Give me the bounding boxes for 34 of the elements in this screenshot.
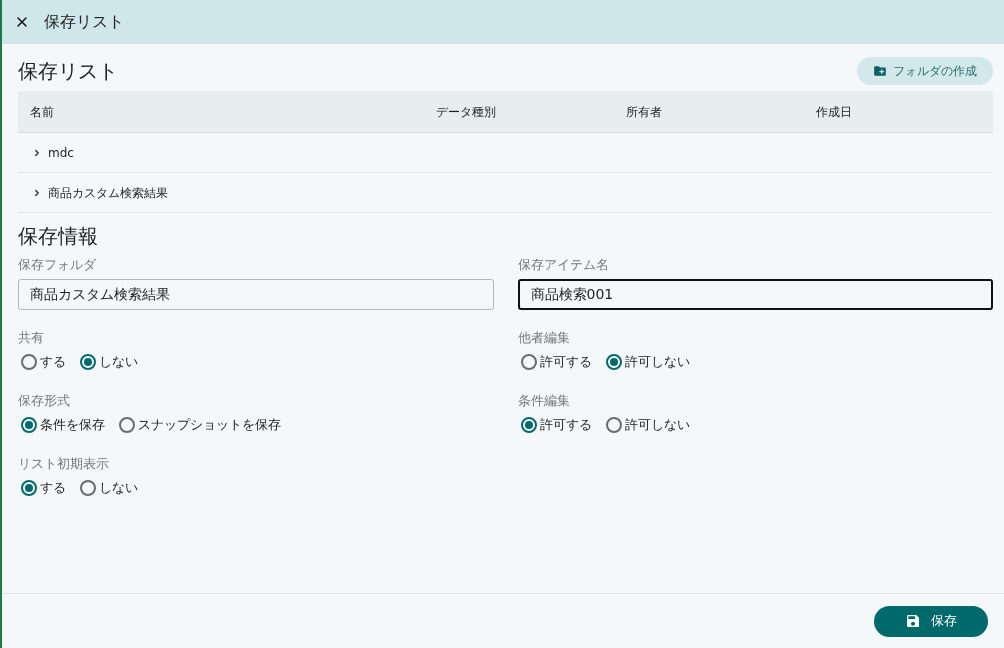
column-header: データ種別 xyxy=(435,103,497,121)
field-label: 共有 xyxy=(18,329,44,347)
field-label: リスト初期表示 xyxy=(18,455,109,473)
folder-name: 商品カスタム検索結果 xyxy=(48,184,168,202)
folder-row[interactable]: 商品カスタム検索結果 xyxy=(18,173,993,213)
column-header: 所有者 xyxy=(625,103,663,121)
create-folder-button[interactable]: フォルダの作成 xyxy=(857,57,993,85)
text-input[interactable]: 商品検索001 xyxy=(517,279,993,310)
section-heading: 保存リスト xyxy=(18,61,118,81)
folder-name: mdc xyxy=(48,144,74,162)
radio-option[interactable]: 条件を保存 xyxy=(21,415,105,435)
section-heading: 保存情報 xyxy=(18,226,98,246)
field-label: 保存形式 xyxy=(18,392,70,410)
field-label: 保存フォルダ xyxy=(18,256,96,274)
radio-option[interactable]: スナップショットを保存 xyxy=(119,415,281,435)
save-button[interactable]: 保存 xyxy=(874,605,988,637)
radio-option[interactable]: しない xyxy=(80,352,138,372)
folder-plus-icon xyxy=(873,64,887,78)
close-icon[interactable] xyxy=(14,14,30,30)
field-label: 保存アイテム名 xyxy=(517,256,609,274)
folder-row[interactable]: mdc xyxy=(18,133,993,173)
field-label: 条件編集 xyxy=(517,392,570,410)
radio-option[interactable]: する xyxy=(21,478,66,498)
text-input[interactable]: 商品カスタム検索結果 xyxy=(18,279,494,310)
radio-option[interactable]: 許可する xyxy=(520,415,592,435)
radio-option[interactable]: 許可しない xyxy=(605,415,690,435)
column-header: 作成日 xyxy=(815,103,853,121)
column-header: 名前 xyxy=(29,103,55,121)
dialog-title: 保存リスト xyxy=(44,11,124,33)
radio-option[interactable]: 許可する xyxy=(520,352,592,372)
radio-option[interactable]: しない xyxy=(80,478,138,498)
radio-option[interactable]: する xyxy=(21,352,66,372)
radio-option[interactable]: 許可しない xyxy=(605,352,690,372)
field-label: 他者編集 xyxy=(517,329,570,347)
